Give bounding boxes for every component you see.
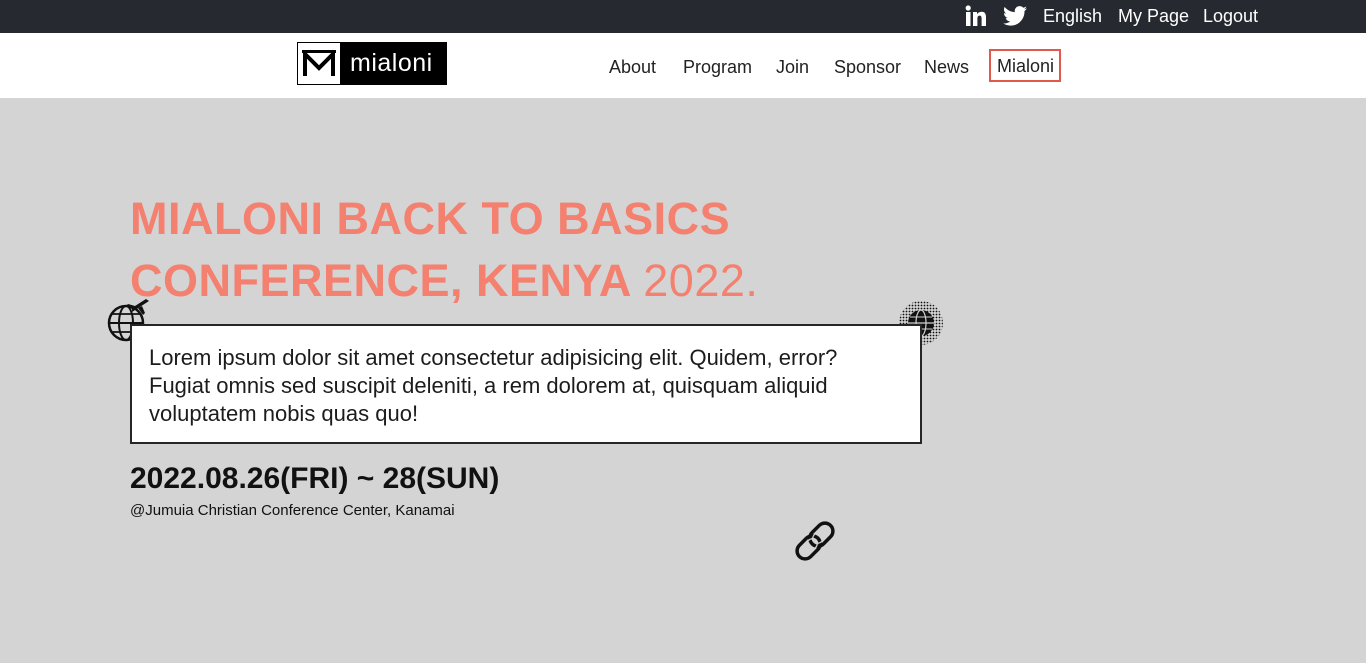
top-utility-bar: English My Page Logout xyxy=(0,0,1366,33)
nav-join[interactable]: Join xyxy=(776,57,809,78)
nav-news[interactable]: News xyxy=(924,57,969,78)
linkedin-icon[interactable] xyxy=(965,4,987,28)
description-box: Lorem ipsum dolor sit amet consectetur a… xyxy=(130,324,922,444)
twitter-icon[interactable] xyxy=(1003,4,1027,28)
event-date: 2022.08.26(FRI) ~ 28(SUN) xyxy=(130,462,500,495)
logout-link[interactable]: Logout xyxy=(1203,6,1258,27)
my-page-link[interactable]: My Page xyxy=(1118,6,1189,27)
language-link[interactable]: English xyxy=(1043,6,1102,27)
logo-m-icon xyxy=(298,43,340,84)
chain-link-icon[interactable] xyxy=(788,514,842,573)
event-venue: @Jumuia Christian Conference Center, Kan… xyxy=(130,502,455,519)
logo-text: mialoni xyxy=(350,49,433,77)
nav-about[interactable]: About xyxy=(609,57,656,78)
nav-mialoni[interactable]: Mialoni xyxy=(989,49,1062,82)
hero-title-year: 2022. xyxy=(643,255,759,306)
hero-title-line2: CONFERENCE, KENYA xyxy=(130,255,631,306)
site-logo[interactable]: mialoni xyxy=(297,42,447,85)
hero-title: MIALONI BACK TO BASICS CONFERENCE, KENYA… xyxy=(130,188,930,312)
hero-title-line1: MIALONI BACK TO BASICS xyxy=(130,193,731,244)
main-header: mialoni About Program Join Sponsor News … xyxy=(0,33,1366,98)
nav-sponsor[interactable]: Sponsor xyxy=(834,57,901,78)
nav-program[interactable]: Program xyxy=(683,57,752,78)
